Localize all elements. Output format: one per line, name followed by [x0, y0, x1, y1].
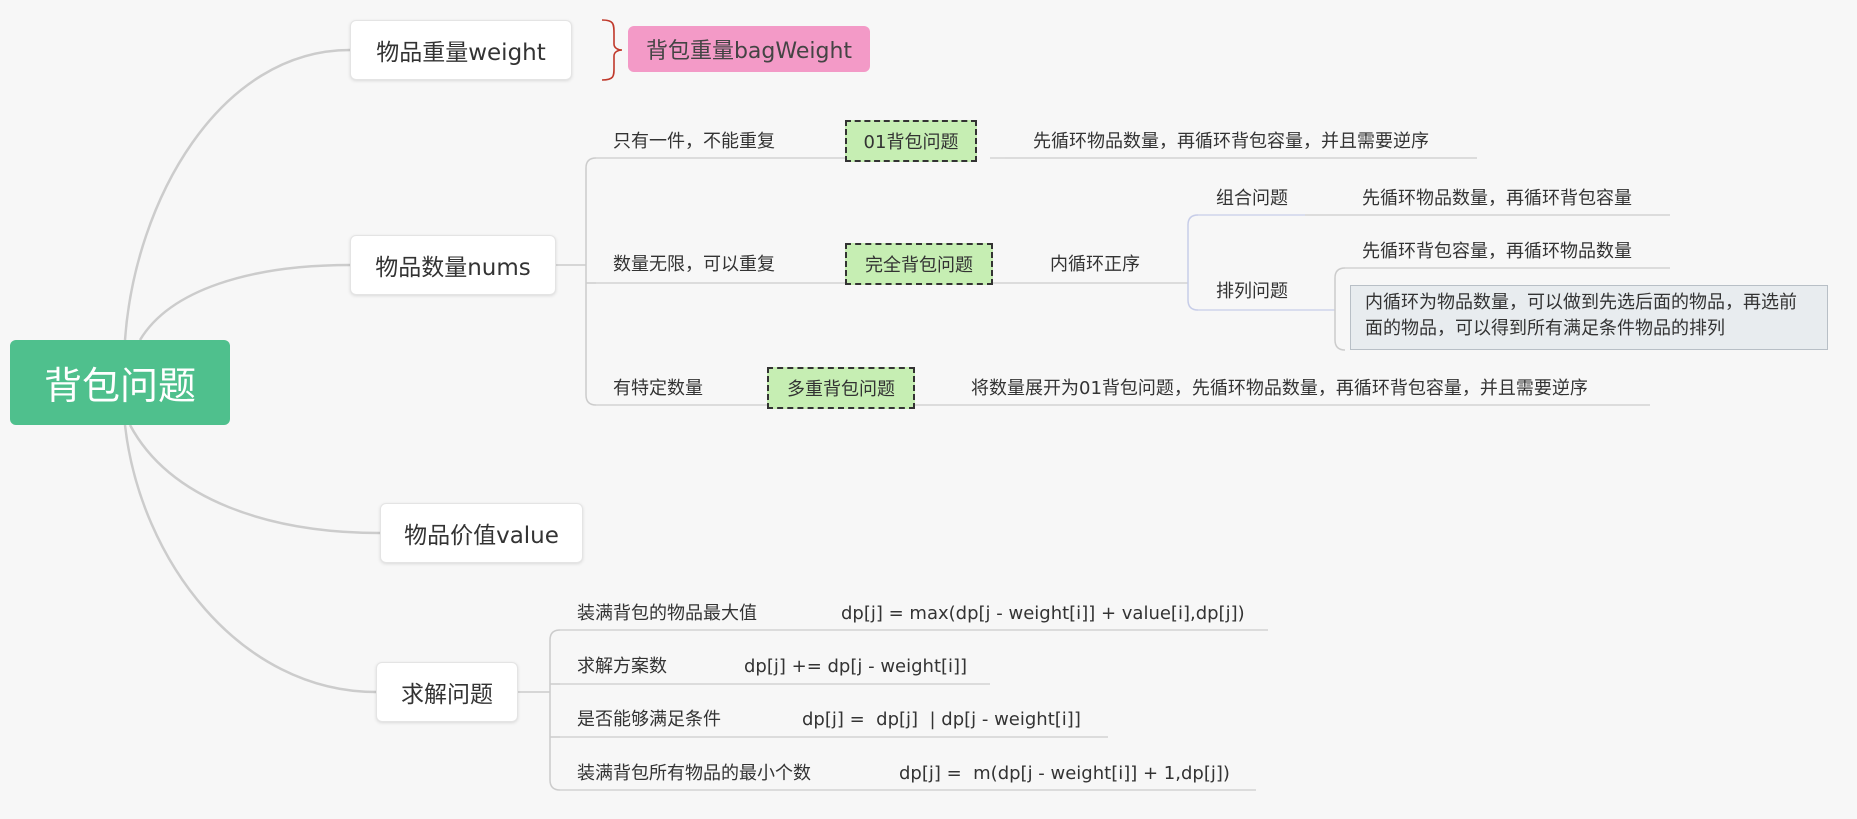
solve-max-value[interactable]: 装满背包的物品最大值: [577, 602, 757, 626]
formula-feasible[interactable]: dp[j] = dp[j] | dp[j - weight[i]]: [802, 708, 1081, 732]
condition-limited[interactable]: 有特定数量: [613, 377, 703, 401]
branch-nums[interactable]: 物品数量nums: [350, 235, 556, 295]
summary-bag-weight[interactable]: 背包重量bagWeight: [628, 26, 870, 72]
topic-combination[interactable]: 组合问题: [1216, 187, 1288, 211]
connector-root-weight: [123, 48, 351, 341]
connector-inner-bracket: [1187, 214, 1199, 311]
summary-brace: [601, 19, 623, 81]
problem-01-knapsack[interactable]: 01背包问题: [845, 120, 977, 162]
solve-min-count[interactable]: 装满背包所有物品的最小个数: [577, 762, 811, 786]
topic-permutation[interactable]: 排列问题: [1216, 280, 1288, 304]
branch-value[interactable]: 物品价值value: [380, 503, 583, 563]
connector-nums-bracket: [585, 157, 597, 406]
condition-unlimited[interactable]: 数量无限，可以重复: [613, 253, 775, 277]
formula-min-count[interactable]: dp[j] = m(dp[j - weight[i]] + 1,dp[j]): [899, 762, 1230, 786]
note-inner-loop-forward[interactable]: 内循环正序: [1050, 253, 1140, 277]
branch-weight[interactable]: 物品重量weight: [350, 20, 572, 80]
connector-root-value: [128, 424, 381, 535]
formula-count-ways[interactable]: dp[j] += dp[j - weight[i]]: [744, 655, 967, 679]
formula-max-value[interactable]: dp[j] = max(dp[j - weight[i]] + value[i]…: [841, 602, 1245, 626]
solve-feasible[interactable]: 是否能够满足条件: [577, 708, 721, 732]
note-01-knapsack[interactable]: 先循环物品数量，再循环背包容量，并且需要逆序: [1033, 130, 1429, 154]
connector-solve-bracket: [549, 629, 561, 791]
note-permutation-detail[interactable]: 内循环为物品数量，可以做到先选后面的物品，再选前面的物品，可以得到所有满足条件物…: [1350, 285, 1828, 350]
root-topic[interactable]: 背包问题: [10, 340, 230, 425]
connector-root-nums: [138, 263, 351, 341]
solve-count-ways[interactable]: 求解方案数: [577, 655, 667, 679]
connector-root-solve: [123, 424, 377, 694]
note-multiple-knapsack[interactable]: 将数量展开为01背包问题，先循环物品数量，再循环背包容量，并且需要逆序: [971, 377, 1588, 401]
problem-multiple-knapsack[interactable]: 多重背包问题: [767, 367, 915, 409]
problem-complete-knapsack[interactable]: 完全背包问题: [845, 243, 993, 285]
condition-single[interactable]: 只有一件，不能重复: [613, 130, 775, 154]
connector-permutation-bracket: [1334, 267, 1346, 351]
branch-solve[interactable]: 求解问题: [376, 662, 518, 722]
note-permutation-order[interactable]: 先循环背包容量，再循环物品数量: [1362, 240, 1632, 264]
note-combination[interactable]: 先循环物品数量，再循环背包容量: [1362, 187, 1632, 211]
